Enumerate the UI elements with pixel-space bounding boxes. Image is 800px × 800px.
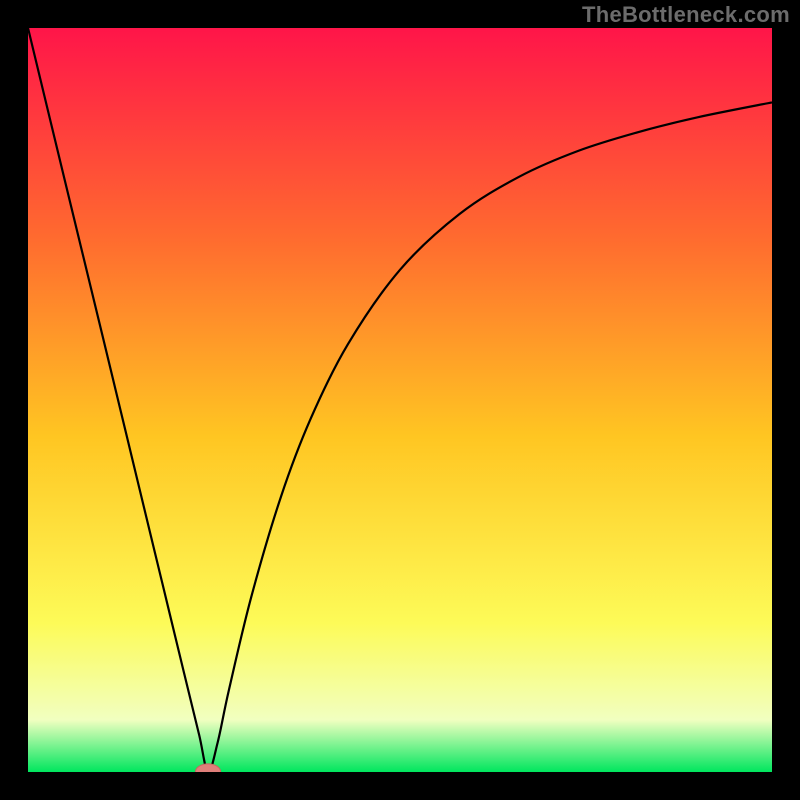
chart-container: TheBottleneck.com [0, 0, 800, 800]
plot-area [28, 28, 772, 772]
gradient-background [28, 28, 772, 772]
watermark-text: TheBottleneck.com [582, 2, 790, 28]
chart-svg [28, 28, 772, 772]
